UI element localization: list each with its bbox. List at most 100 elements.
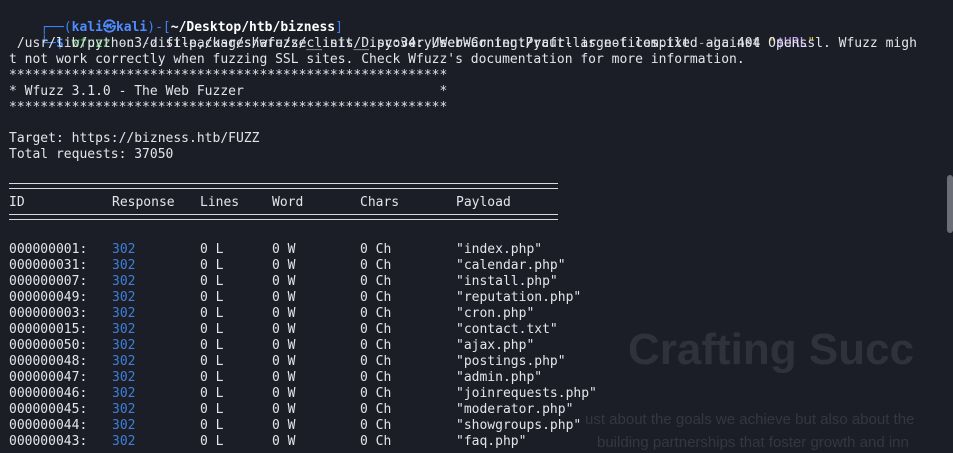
cell-chars: 0 Ch bbox=[360, 418, 392, 433]
cell-response: 302 bbox=[112, 402, 136, 417]
cell-response: 302 bbox=[112, 418, 136, 433]
table-row: 000000043: 302 0 L 0 W 0 Ch "faq.php" bbox=[9, 434, 609, 450]
command-line[interactable]: └─$ wfuzz -c -z file,/usr/share/seclists… bbox=[9, 20, 815, 51]
cell-lines: 0 L bbox=[200, 386, 224, 401]
cell-id: 000000047: bbox=[9, 370, 88, 385]
cell-id: 000000001: bbox=[9, 242, 88, 257]
cell-id: 000000048: bbox=[9, 354, 88, 369]
table-divider bbox=[9, 183, 558, 189]
cell-lines: 0 L bbox=[200, 418, 224, 433]
cell-response: 302 bbox=[112, 274, 136, 289]
cell-chars: 0 Ch bbox=[360, 386, 392, 401]
total-requests-text: Total requests: 37050 bbox=[9, 147, 174, 162]
table-divider bbox=[9, 214, 558, 220]
cell-payload: "install.php" bbox=[456, 274, 558, 289]
column-header-chars: Chars bbox=[360, 195, 400, 210]
cell-chars: 0 Ch bbox=[360, 242, 392, 257]
cell-word: 0 W bbox=[272, 306, 296, 321]
banner-border: ****************************************… bbox=[9, 68, 448, 83]
cell-chars: 0 Ch bbox=[360, 370, 392, 385]
table-row: 000000045: 302 0 L 0 W 0 Ch "moderator.php" bbox=[9, 402, 609, 418]
cell-response: 302 bbox=[112, 258, 136, 273]
cell-response: 302 bbox=[112, 370, 136, 385]
cell-response: 302 bbox=[112, 306, 136, 321]
cell-id: 000000045: bbox=[9, 402, 88, 417]
cell-id: 000000031: bbox=[9, 258, 88, 273]
cell-payload: "ajax.php" bbox=[456, 338, 535, 353]
terminal-scrollbar[interactable] bbox=[947, 175, 953, 233]
cell-word: 0 W bbox=[272, 418, 296, 433]
cell-response: 302 bbox=[112, 290, 136, 305]
cell-word: 0 W bbox=[272, 386, 296, 401]
cell-chars: 0 Ch bbox=[360, 322, 392, 337]
cell-id: 000000015: bbox=[9, 322, 88, 337]
table-header: ID Response Lines Word Chars Payload bbox=[9, 195, 569, 211]
table-row: 000000050: 302 0 L 0 W 0 Ch "ajax.php" bbox=[9, 338, 609, 354]
cell-response: 302 bbox=[112, 354, 136, 369]
background-page-text: ust about the goals we achieve but also … bbox=[585, 411, 915, 428]
cell-payload: "calendar.php" bbox=[456, 258, 566, 273]
cell-payload: "contact.txt" bbox=[456, 322, 558, 337]
cell-payload: "cron.php" bbox=[456, 306, 535, 321]
cell-chars: 0 Ch bbox=[360, 338, 392, 353]
table-row: 000000046: 302 0 L 0 W 0 Ch "joinrequests.php… bbox=[9, 386, 609, 402]
table-row: 000000048: 302 0 L 0 W 0 Ch "postings.php" bbox=[9, 354, 609, 370]
cell-chars: 0 Ch bbox=[360, 290, 392, 305]
cell-payload: "faq.php" bbox=[456, 434, 527, 449]
cell-id: 000000003: bbox=[9, 306, 88, 321]
cell-word: 0 W bbox=[272, 322, 296, 337]
cell-word: 0 W bbox=[272, 354, 296, 369]
column-header-lines: Lines bbox=[200, 195, 240, 210]
cell-id: 000000050: bbox=[9, 338, 88, 353]
column-header-response: Response bbox=[112, 195, 175, 210]
cell-word: 0 W bbox=[272, 434, 296, 449]
banner-border: ****************************************… bbox=[9, 100, 448, 115]
cell-payload: "reputation.php" bbox=[456, 290, 582, 305]
terminal-window[interactable]: Crafting Succ ust about the goals we ach… bbox=[0, 0, 953, 453]
cell-response: 302 bbox=[112, 242, 136, 257]
cell-lines: 0 L bbox=[200, 338, 224, 353]
column-header-id: ID bbox=[9, 195, 25, 210]
cell-payload: "index.php" bbox=[456, 242, 543, 257]
cell-lines: 0 L bbox=[200, 322, 224, 337]
cell-word: 0 W bbox=[272, 338, 296, 353]
cell-id: 000000043: bbox=[9, 434, 88, 449]
cell-id: 000000046: bbox=[9, 386, 88, 401]
cell-word: 0 W bbox=[272, 258, 296, 273]
background-page-heading: Crafting Succ bbox=[628, 325, 915, 374]
cell-payload: "postings.php" bbox=[456, 354, 566, 369]
cell-lines: 0 L bbox=[200, 306, 224, 321]
table-row: 000000007: 302 0 L 0 W 0 Ch "install.php" bbox=[9, 274, 609, 290]
cell-lines: 0 L bbox=[200, 354, 224, 369]
cell-id: 000000044: bbox=[9, 418, 88, 433]
cell-lines: 0 L bbox=[200, 274, 224, 289]
cell-lines: 0 L bbox=[200, 370, 224, 385]
table-row: 000000049: 302 0 L 0 W 0 Ch "reputation.php" bbox=[9, 290, 609, 306]
cell-word: 0 W bbox=[272, 290, 296, 305]
cell-chars: 0 Ch bbox=[360, 274, 392, 289]
cell-chars: 0 Ch bbox=[360, 306, 392, 321]
table-row: 000000003: 302 0 L 0 W 0 Ch "cron.php" bbox=[9, 306, 609, 322]
cell-response: 302 bbox=[112, 386, 136, 401]
table-row: 000000001: 302 0 L 0 W 0 Ch "index.php" bbox=[9, 242, 609, 258]
cell-lines: 0 L bbox=[200, 402, 224, 417]
cell-payload: "moderator.php" bbox=[456, 402, 574, 417]
table-row: 000000047: 302 0 L 0 W 0 Ch "admin.php" bbox=[9, 370, 609, 386]
table-row: 000000015: 302 0 L 0 W 0 Ch "contact.txt" bbox=[9, 322, 609, 338]
cell-response: 302 bbox=[112, 338, 136, 353]
cell-id: 000000007: bbox=[9, 274, 88, 289]
target-text: Target: https://bizness.htb/FUZZ bbox=[9, 131, 260, 146]
cell-lines: 0 L bbox=[200, 290, 224, 305]
cell-chars: 0 Ch bbox=[360, 258, 392, 273]
table-row: 000000031: 302 0 L 0 W 0 Ch "calendar.php" bbox=[9, 258, 609, 274]
background-page-text: building partnerships that foster growth… bbox=[597, 434, 909, 451]
cell-response: 302 bbox=[112, 434, 136, 449]
warning-text: t not work correctly when fuzzing SSL si… bbox=[9, 52, 745, 67]
cell-lines: 0 L bbox=[200, 258, 224, 273]
cell-payload: "joinrequests.php" bbox=[456, 386, 597, 401]
cell-lines: 0 L bbox=[200, 434, 224, 449]
column-header-word: Word bbox=[272, 195, 304, 210]
cell-lines: 0 L bbox=[200, 242, 224, 257]
prompt-header: ┌──(kali㉿kali)-[~/Desktop/htb/bizness] bbox=[40, 20, 343, 35]
cell-chars: 0 Ch bbox=[360, 354, 392, 369]
